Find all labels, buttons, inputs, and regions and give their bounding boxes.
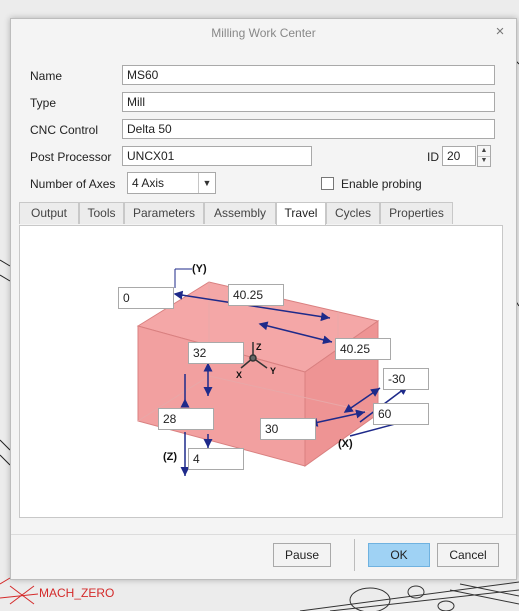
tab-output[interactable]: Output bbox=[19, 202, 79, 224]
name-label: Name bbox=[30, 69, 63, 83]
x-max-input[interactable]: 60 bbox=[373, 403, 429, 425]
mach-zero-label: MACH_ZERO bbox=[39, 586, 115, 600]
ok-button[interactable]: OK bbox=[368, 543, 430, 567]
id-label: ID bbox=[427, 150, 439, 164]
x-length-input[interactable]: 30 bbox=[260, 418, 316, 440]
y-min-input[interactable]: 0 bbox=[118, 287, 174, 309]
cnc-control-input[interactable]: Delta 50 bbox=[122, 119, 495, 139]
type-input[interactable]: Mill bbox=[122, 92, 495, 112]
travel-panel: Z X Y (Y) (Z) (X) 0 40.25 40.25 32 28 4 … bbox=[19, 225, 503, 518]
enable-probing-label: Enable probing bbox=[341, 177, 422, 191]
id-spinner[interactable]: ▲ ▼ bbox=[477, 145, 491, 167]
chevron-down-icon[interactable]: ▼ bbox=[198, 173, 215, 193]
id-input[interactable]: 20 bbox=[442, 146, 476, 166]
cnc-control-label: CNC Control bbox=[30, 123, 99, 137]
button-separator bbox=[354, 539, 355, 571]
tab-parameters[interactable]: Parameters bbox=[124, 202, 204, 224]
post-processor-label: Post Processor bbox=[30, 150, 112, 164]
milling-work-center-dialog: Milling Work Center × Name MS60 Type Mil… bbox=[10, 18, 517, 580]
triad-y-label: Y bbox=[270, 366, 276, 376]
footer-separator bbox=[11, 534, 516, 535]
y-length-input[interactable]: 40.25 bbox=[228, 284, 284, 306]
x-min-input[interactable]: -30 bbox=[383, 368, 429, 390]
triad-z-label: Z bbox=[256, 342, 262, 352]
enable-probing-checkbox[interactable] bbox=[321, 177, 334, 190]
post-processor-input[interactable]: UNCX01 bbox=[122, 146, 312, 166]
tab-assembly[interactable]: Assembly bbox=[204, 202, 276, 224]
pause-button[interactable]: Pause bbox=[273, 543, 331, 567]
tab-travel[interactable]: Travel bbox=[276, 202, 326, 226]
travel-diagram: Z X Y bbox=[136, 268, 426, 476]
y-axis-label: (Y) bbox=[192, 263, 207, 275]
number-of-axes-label: Number of Axes bbox=[30, 177, 116, 191]
dialog-title: Milling Work Center bbox=[211, 26, 316, 40]
x-axis-label: (X) bbox=[338, 438, 353, 450]
z-max-input[interactable]: 32 bbox=[188, 342, 244, 364]
y-max-input[interactable]: 40.25 bbox=[335, 338, 391, 360]
triad-x-label: X bbox=[236, 370, 242, 380]
z-offset-input[interactable]: 28 bbox=[158, 408, 214, 430]
spin-down-icon[interactable]: ▼ bbox=[478, 156, 490, 166]
cancel-button[interactable]: Cancel bbox=[437, 543, 499, 567]
tab-properties[interactable]: Properties bbox=[380, 202, 453, 224]
name-input[interactable]: MS60 bbox=[122, 65, 495, 85]
number-of-axes-select[interactable]: 4 Axis ▼ bbox=[127, 172, 216, 194]
z-min-input[interactable]: 4 bbox=[188, 448, 244, 470]
axes-selected-value: 4 Axis bbox=[132, 176, 165, 190]
title-bar[interactable]: Milling Work Center × bbox=[11, 19, 516, 47]
tab-tools[interactable]: Tools bbox=[79, 202, 124, 224]
close-icon[interactable]: × bbox=[492, 23, 508, 41]
type-label: Type bbox=[30, 96, 57, 110]
z-axis-label: (Z) bbox=[163, 451, 178, 463]
tab-cycles[interactable]: Cycles bbox=[326, 202, 380, 224]
